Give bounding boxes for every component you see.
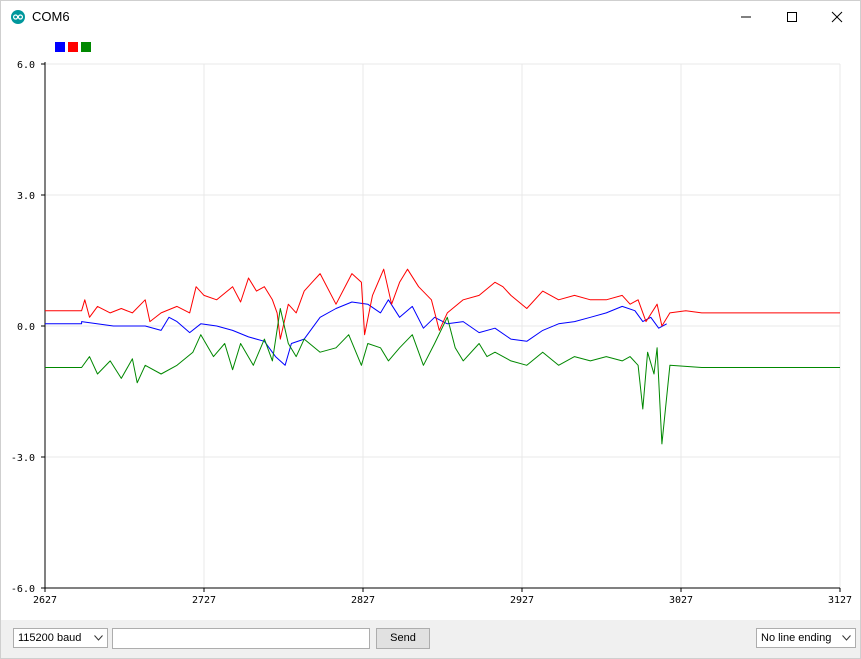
serial-plotter-window: COM6 6.0 3.0 0.0 -3.0 -6.0 2627 2727 2827 2927 30…: [0, 0, 861, 659]
chevron-down-icon: [94, 635, 103, 641]
x-tick-label: 2827: [351, 595, 375, 606]
arduino-logo-icon: [11, 10, 25, 24]
y-tick-label: 0.0: [17, 322, 35, 333]
y-tick-label: -6.0: [11, 584, 35, 595]
legend-swatch-green: [81, 42, 91, 52]
x-tick-label: 3027: [669, 595, 693, 606]
title-bar: COM6: [1, 1, 860, 33]
series-line-2: [45, 268, 840, 340]
y-tick-label: -3.0: [11, 453, 35, 464]
minimize-icon: [741, 16, 751, 18]
x-tick-label: 2727: [192, 595, 216, 606]
line-ending-value: No line ending: [761, 632, 832, 644]
y-tick-label: 3.0: [17, 191, 35, 202]
maximize-button[interactable]: [769, 1, 815, 33]
series-line-3: [45, 308, 840, 445]
line-ending-select[interactable]: No line ending: [756, 628, 856, 648]
serial-input[interactable]: [112, 628, 370, 649]
baud-rate-select[interactable]: 115200 baud: [13, 628, 108, 648]
send-button[interactable]: Send: [376, 628, 430, 649]
plot-area: 6.0 3.0 0.0 -3.0 -6.02627 2727 2827 2927 3027 312…: [11, 60, 852, 606]
x-tick-label: 3127: [828, 595, 852, 606]
x-tick-label: 2627: [33, 595, 57, 606]
maximize-icon: [787, 12, 797, 22]
minimize-button[interactable]: [723, 1, 769, 33]
series-line-1: [45, 299, 667, 366]
bottom-toolbar: 115200 baud Send No line ending: [1, 620, 860, 658]
baud-rate-value: 115200 baud: [18, 632, 82, 644]
window-title: COM6: [32, 9, 70, 24]
y-tick-label: 6.0: [17, 60, 35, 71]
close-icon: [831, 11, 843, 23]
close-button[interactable]: [814, 1, 860, 33]
chevron-down-icon: [842, 635, 851, 641]
x-tick-label: 2927: [510, 595, 534, 606]
legend-swatch-red: [68, 42, 78, 52]
legend-swatch-blue: [55, 42, 65, 52]
